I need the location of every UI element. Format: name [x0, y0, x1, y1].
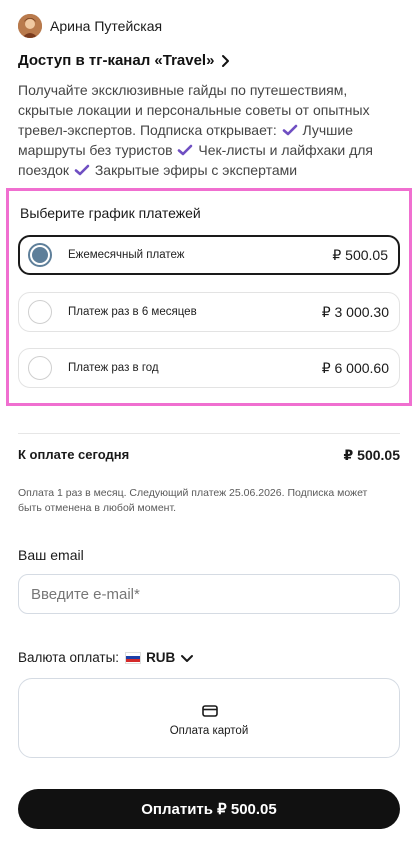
payment-option-label: Платеж раз в 6 месяцев: [68, 306, 197, 318]
russia-flag-icon: [125, 651, 142, 664]
product-description: Получайте эксклюзивные гайды по путешест…: [18, 80, 398, 180]
total-today-label: К оплате сегодня: [18, 447, 130, 462]
payment-option-label: Платеж раз в год: [68, 362, 159, 374]
radio-button[interactable]: [28, 300, 52, 324]
payment-schedule-title: Выберите график платежей: [20, 205, 201, 221]
payment-option-price: ₽ 6 000.60: [321, 359, 389, 376]
payment-option-label: Ежемесячный платеж: [68, 249, 185, 261]
currency-row: Валюта оплаты: RUB: [18, 650, 194, 665]
radio-button[interactable]: [28, 356, 52, 380]
payment-option-monthly[interactable]: Ежемесячный платеж ₽ 500.05: [18, 235, 400, 275]
product-title: Доступ в тг-канал «Travel»: [18, 52, 215, 69]
check-icon: [282, 124, 297, 136]
email-input[interactable]: [18, 574, 400, 614]
payment-option-price: ₽ 3 000.30: [321, 303, 389, 320]
billing-note: Оплата 1 раз в месяц. Следующий платеж 2…: [18, 487, 368, 514]
radio-button-selected[interactable]: [28, 243, 52, 267]
payment-option-6-months[interactable]: Платеж раз в 6 месяцев ₽ 3 000.30: [18, 292, 400, 332]
currency-value: RUB: [146, 650, 176, 665]
currency-label: Валюта оплаты:: [18, 650, 120, 665]
check-icon: [178, 144, 193, 156]
check-icon: [74, 164, 90, 176]
pay-button[interactable]: Оплатить ₽ 500.05: [18, 789, 400, 829]
payment-option-price: ₽ 500.05: [332, 246, 388, 263]
total-today-amount: ₽ 500.05: [343, 447, 400, 463]
author-name: Арина Путейская: [50, 18, 163, 34]
chevron-right-icon: [222, 54, 230, 67]
payment-method-label: Оплата картой: [169, 725, 249, 737]
card-icon: [202, 705, 218, 717]
product-title-link[interactable]: Доступ в тг-канал «Travel»: [18, 52, 232, 69]
payment-option-yearly[interactable]: Платеж раз в год ₽ 6 000.60: [18, 348, 400, 388]
author-row: Арина Путейская: [18, 14, 162, 38]
payment-schedule-section: Выберите график платежей Ежемесячный пла…: [6, 188, 412, 406]
author-avatar: [18, 14, 42, 38]
chevron-down-icon: [181, 654, 194, 662]
currency-select[interactable]: RUB: [125, 650, 194, 665]
benefit-item: Закрытые эфиры с экспертами: [94, 162, 298, 178]
email-label: Ваш email: [18, 547, 84, 563]
payment-method-card[interactable]: Оплата картой: [18, 678, 400, 758]
divider: [18, 433, 400, 434]
